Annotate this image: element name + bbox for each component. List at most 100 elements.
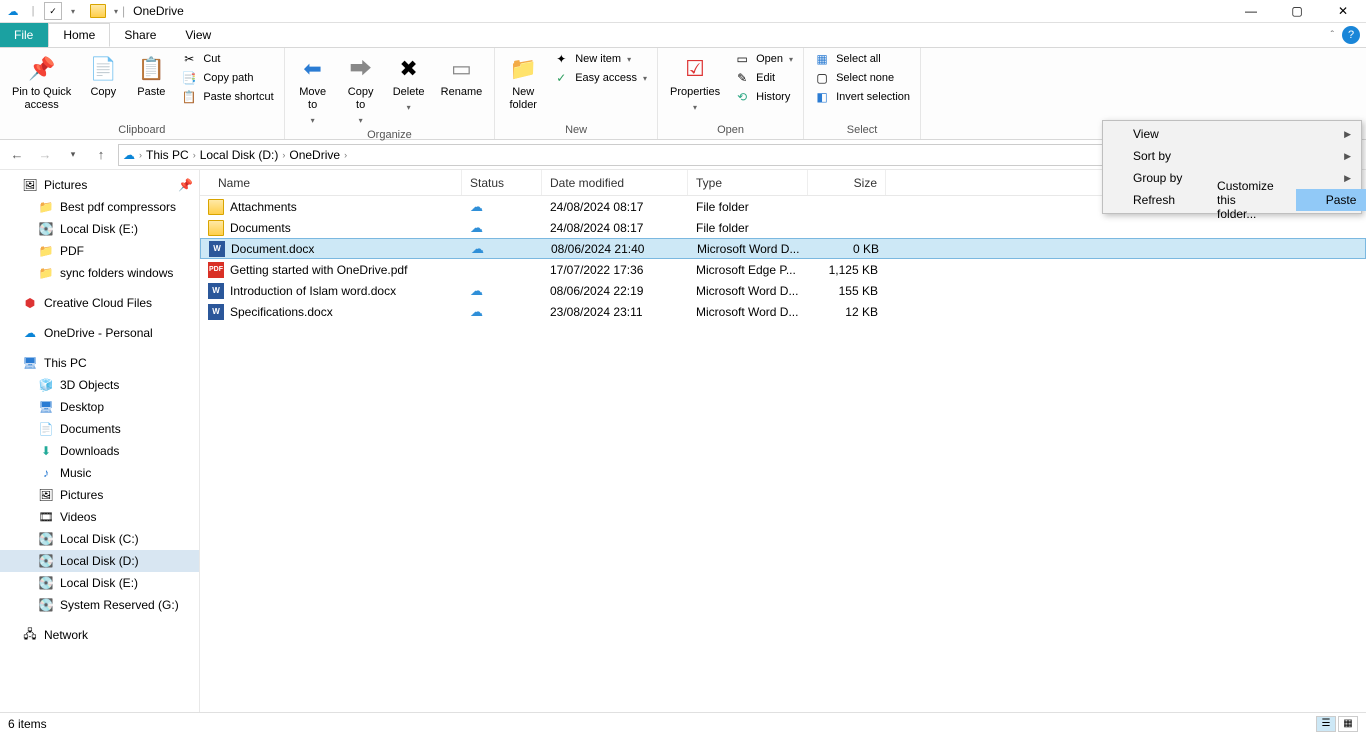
back-button[interactable]: ← [6,144,28,166]
history-button[interactable]: ⟲History [730,88,797,106]
rename-button[interactable]: ▭Rename [435,50,489,101]
pin-quick-access-button[interactable]: 📌Pin to Quick access [6,50,77,114]
move-to-button[interactable]: ⬅Move to [291,50,335,129]
nav-bestpdf[interactable]: 📁Best pdf compressors [0,196,199,218]
delete-button[interactable]: ✖Delete [387,50,431,116]
nav-videos[interactable]: 🎞Videos [0,506,199,528]
onedrive-icon: ☁ [123,148,135,162]
pin-icon: 📌 [26,52,58,84]
nav-downloads[interactable]: ⬇Downloads [0,440,199,462]
forward-button[interactable]: → [34,144,56,166]
drive-icon: 💽 [38,597,54,613]
large-icons-view-button[interactable]: ▦ [1338,716,1358,732]
breadcrumb-localdisk-d[interactable]: Local Disk (D:) [200,148,279,162]
folder-icon: 📁 [38,265,54,281]
select-all-button[interactable]: ▦Select all [810,50,914,68]
invert-selection-button[interactable]: ◧Invert selection [810,88,914,106]
maximize-button[interactable]: ▢ [1274,0,1320,23]
file-date: 23/08/2024 23:11 [542,305,688,319]
nav-pictures2[interactable]: 🖼Pictures [0,484,199,506]
nav-sync[interactable]: 📁sync folders windows [0,262,199,284]
nav-onedrive[interactable]: ☁OneDrive - Personal [0,322,199,344]
copy-path-button[interactable]: 📑Copy path [177,69,277,87]
ctx-sortby[interactable]: Sort by▶ [1103,145,1361,167]
collapse-ribbon-icon[interactable]: ˆ [1331,30,1334,41]
nav-desktop[interactable]: 🖥Desktop [0,396,199,418]
group-new-label: New [501,124,651,138]
tab-home[interactable]: Home [48,23,110,47]
select-all-icon: ▦ [814,51,830,67]
edit-button[interactable]: ✎Edit [730,69,797,87]
ctx-customize[interactable]: Customize this folder... [1187,189,1284,211]
qat-dropdown-icon[interactable]: ▾ [64,2,82,20]
breadcrumb-onedrive[interactable]: OneDrive [289,148,340,162]
qat-check-icon[interactable]: ✓ [44,2,62,20]
col-name[interactable]: Name [200,170,462,195]
easy-access-icon: ✓ [553,70,569,86]
invert-icon: ◧ [814,89,830,105]
cut-button[interactable]: ✂Cut [177,50,277,68]
tab-file[interactable]: File [0,23,48,47]
nav-localdisk-e2[interactable]: 💽Local Disk (E:) [0,572,199,594]
file-row[interactable]: PDFGetting started with OneDrive.pdf17/0… [200,259,1366,280]
breadcrumb-thispc[interactable]: This PC [146,148,189,162]
file-row[interactable]: Documents☁24/08/2024 08:17File folder [200,217,1366,238]
navigation-pane[interactable]: 🖼Pictures📌 📁Best pdf compressors 💽Local … [0,170,200,712]
nav-localdisk-c[interactable]: 💽Local Disk (C:) [0,528,199,550]
select-none-button[interactable]: ▢Select none [810,69,914,87]
copy-to-icon: ⮕ [345,52,377,84]
file-type: Microsoft Word D... [688,284,808,298]
new-item-button[interactable]: ✦New item [549,50,651,68]
file-type: Microsoft Edge P... [688,263,808,277]
file-size: 12 KB [808,305,886,319]
file-row[interactable]: WIntroduction of Islam word.docx☁08/06/2… [200,280,1366,301]
up-button[interactable]: ↑ [90,144,112,166]
cc-icon: ⬢ [22,295,38,311]
col-status[interactable]: Status [462,170,542,195]
ctx-view[interactable]: View▶ [1103,123,1361,145]
copy-to-button[interactable]: ⮕Copy to [339,50,383,129]
col-type[interactable]: Type [688,170,808,195]
recent-dropdown[interactable]: ▾ [62,144,84,166]
cloud-status-icon: ☁ [470,220,483,235]
pdf-icon: PDF [208,262,224,278]
nav-localdisk-e[interactable]: 💽Local Disk (E:) [0,218,199,240]
minimize-button[interactable]: ― [1228,0,1274,23]
col-date[interactable]: Date modified [542,170,688,195]
qat-dropdown2-icon[interactable]: ▾ [114,7,118,16]
file-row[interactable]: WDocument.docx☁08/06/2024 21:40Microsoft… [200,238,1366,259]
properties-button[interactable]: ☑Properties [664,50,726,116]
details-view-button[interactable]: ☰ [1316,716,1336,732]
new-folder-button[interactable]: 📁New folder [501,50,545,114]
nav-pdf[interactable]: 📁PDF [0,240,199,262]
easy-access-button[interactable]: ✓Easy access [549,69,651,87]
copy-button[interactable]: 📄Copy [81,50,125,101]
nav-pictures[interactable]: 🖼Pictures📌 [0,174,199,196]
ctx-paste[interactable]: Paste [1296,189,1366,211]
file-name: Document.docx [231,242,314,256]
help-icon[interactable]: ? [1342,26,1360,44]
nav-network[interactable]: 🖧Network [0,624,199,646]
cloud-status-icon: ☁ [471,241,484,256]
col-size[interactable]: Size [808,170,886,195]
file-row[interactable]: WSpecifications.docx☁23/08/2024 23:11Mic… [200,301,1366,322]
status-bar: 6 items ☰ ▦ [0,712,1366,734]
paste-shortcut-button[interactable]: 📋Paste shortcut [177,88,277,106]
nav-documents[interactable]: 📄Documents [0,418,199,440]
onedrive-icon: ☁ [4,2,22,20]
nav-thispc[interactable]: 🖥This PC [0,352,199,374]
nav-localdisk-d[interactable]: 💽Local Disk (D:) [0,550,199,572]
close-button[interactable]: ✕ [1320,0,1366,23]
copy-icon: 📄 [87,52,119,84]
paste-button[interactable]: 📋Paste [129,50,173,101]
item-count: 6 items [8,717,47,731]
file-type: Microsoft Word D... [689,242,809,256]
open-button[interactable]: ▭Open [730,50,797,68]
nav-3dobjects[interactable]: 🧊3D Objects [0,374,199,396]
nav-creative-cloud[interactable]: ⬢Creative Cloud Files [0,292,199,314]
nav-music[interactable]: ♪Music [0,462,199,484]
ctx-refresh[interactable]: Refresh Customize this folder... Paste P… [1103,189,1361,211]
tab-share[interactable]: Share [110,23,171,47]
nav-sysreserved[interactable]: 💽System Reserved (G:) [0,594,199,616]
tab-view[interactable]: View [171,23,226,47]
